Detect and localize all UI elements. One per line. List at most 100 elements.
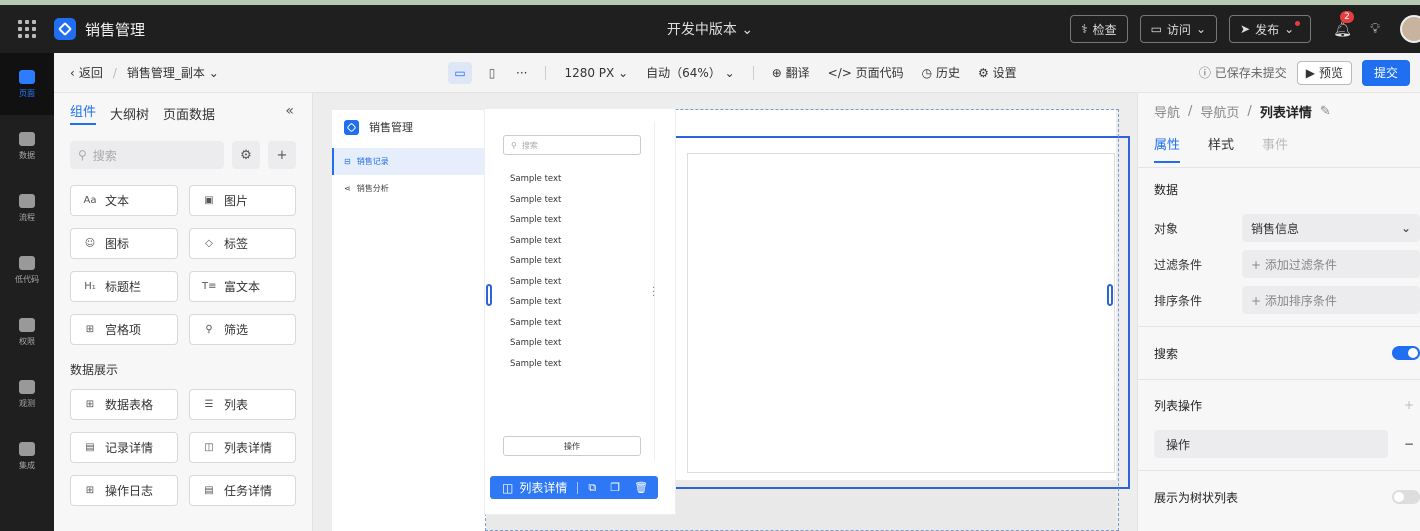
avatar[interactable] bbox=[1400, 15, 1420, 43]
list-op-field[interactable]: 操作 bbox=[1154, 430, 1388, 458]
list-item[interactable]: Sample text bbox=[510, 231, 561, 252]
component-list[interactable]: ☰ 列表 bbox=[189, 389, 296, 420]
breadcrumb-item[interactable]: 导航 bbox=[1154, 102, 1180, 121]
version-selector[interactable]: 开发中版本 ⌄ bbox=[667, 22, 753, 38]
component-grid-item[interactable]: ⊞ 宫格项 bbox=[70, 314, 178, 345]
mobile-view-button[interactable]: ▯ bbox=[480, 62, 504, 84]
resize-handle-right[interactable] bbox=[1107, 284, 1113, 306]
lightbulb-icon[interactable]: 💡︎ bbox=[1370, 21, 1380, 37]
zoom-selector[interactable]: 自动（64%） ⌄ bbox=[646, 64, 735, 81]
translate-button[interactable]: ⊕ 翻译 bbox=[772, 64, 810, 81]
add-component-button[interactable]: + bbox=[268, 141, 296, 169]
tab-page-data[interactable]: 页面数据 bbox=[163, 104, 215, 123]
breadcrumb-item[interactable]: 导航页 bbox=[1200, 102, 1239, 121]
page-name-selector[interactable]: 销售管理_副本 ⌄ bbox=[127, 64, 219, 81]
nav-integration[interactable]: 集成 bbox=[0, 425, 54, 487]
tab-outline[interactable]: 大纲树 bbox=[110, 104, 149, 123]
nav-lowcode[interactable]: 低代码 bbox=[0, 239, 54, 301]
settings-button[interactable]: ⚙ 设置 bbox=[978, 64, 1017, 81]
list-action-button[interactable]: 操作 bbox=[503, 436, 641, 456]
component-settings-button[interactable]: ⚙ bbox=[232, 141, 260, 169]
selection-label[interactable]: 列表详情 bbox=[519, 479, 567, 496]
page-code-button[interactable]: </> 页面代码 bbox=[828, 64, 904, 81]
collapse-panel-icon[interactable]: « bbox=[285, 103, 294, 119]
nav-flow[interactable]: 流程 bbox=[0, 177, 54, 239]
check-button[interactable]: ⚕ 检查 bbox=[1070, 15, 1128, 43]
publish-button[interactable]: ➤ 发布 ⌄ bbox=[1229, 15, 1312, 43]
component-tag[interactable]: ◇ 标签 bbox=[189, 228, 296, 259]
nav-observe[interactable]: 观测 bbox=[0, 363, 54, 425]
component-rich-text[interactable]: T≡ 富文本 bbox=[189, 271, 296, 302]
nav-page[interactable]: 页面 bbox=[0, 53, 54, 115]
component-label: 图标 bbox=[105, 237, 130, 251]
component-icon[interactable]: ☺ 图标 bbox=[70, 228, 178, 259]
tab-components[interactable]: 组件 bbox=[70, 101, 97, 125]
submit-button[interactable]: 提交 bbox=[1361, 59, 1410, 86]
app-grid-icon[interactable] bbox=[0, 5, 54, 53]
tab-style[interactable]: 样式 bbox=[1208, 134, 1234, 153]
globe-icon: ⊕ bbox=[771, 66, 782, 80]
data-section: 数据 对象 销售信息 ⌄ 过滤条件 + 添加过滤条件 排序条件 + 添加排序条件 bbox=[1138, 168, 1420, 327]
component-list-detail[interactable]: ◫ 列表详情 bbox=[189, 432, 296, 463]
add-filter-button[interactable]: + 添加过滤条件 bbox=[1242, 250, 1420, 278]
list-item[interactable]: Sample text bbox=[510, 210, 561, 231]
list-items: Sample text Sample text Sample text Samp… bbox=[510, 169, 561, 374]
list-item[interactable]: Sample text bbox=[510, 190, 561, 211]
back-button[interactable]: ‹ 返回 bbox=[70, 64, 103, 81]
monitor-icon: ▭ bbox=[1150, 22, 1162, 36]
history-button[interactable]: ◷ 历史 bbox=[922, 64, 960, 81]
design-canvas[interactable]: 销售管理 ⊟ 销售记录 ⋖ 销售分析 bbox=[313, 93, 1137, 531]
component-image[interactable]: ▣ 图片 bbox=[189, 185, 296, 216]
component-data-table[interactable]: ⊞ 数据表格 bbox=[70, 389, 178, 420]
desktop-view-button[interactable]: ▭ bbox=[448, 61, 472, 84]
sort-label: 排序条件 bbox=[1154, 293, 1203, 308]
nav-data[interactable]: 数据 bbox=[0, 115, 54, 177]
component-operation-log[interactable]: ⊞ 操作日志 bbox=[70, 475, 178, 506]
list-item[interactable]: Sample text bbox=[510, 354, 561, 375]
component-search-input[interactable]: ⚲ 搜索 bbox=[70, 141, 224, 169]
code-icon: </> bbox=[827, 66, 852, 80]
duplicate-icon[interactable]: ❐ bbox=[610, 481, 620, 494]
tree-toggle[interactable] bbox=[1392, 490, 1420, 504]
component-record-detail[interactable]: ▤ 记录详情 bbox=[70, 432, 178, 463]
search-placeholder: 搜索 bbox=[92, 148, 117, 163]
list-item[interactable]: Sample text bbox=[510, 313, 561, 334]
list-item[interactable]: Sample text bbox=[510, 169, 561, 190]
copy-icon[interactable]: ⧉ bbox=[588, 481, 596, 495]
chevron-left-icon: ‹ bbox=[70, 65, 75, 80]
text-icon: Aa bbox=[83, 195, 97, 206]
list-item[interactable]: Sample text bbox=[510, 251, 561, 272]
add-sort-button[interactable]: + 添加排序条件 bbox=[1242, 286, 1420, 314]
visit-button[interactable]: ▭ 访问 ⌄ bbox=[1139, 15, 1217, 43]
edit-icon[interactable]: ✎ bbox=[1320, 104, 1331, 119]
stethoscope-icon: ⚕ bbox=[1081, 22, 1088, 36]
resize-handle-left-overlay[interactable] bbox=[486, 284, 492, 306]
info-icon: ⓘ bbox=[1198, 66, 1211, 80]
preview-nav-item-sales-analysis[interactable]: ⋖ 销售分析 bbox=[332, 175, 485, 202]
component-task-detail[interactable]: ▤ 任务详情 bbox=[189, 475, 296, 506]
component-title-bar[interactable]: H₁ 标题栏 bbox=[70, 271, 178, 302]
preview-button[interactable]: ▶ 预览 bbox=[1296, 60, 1352, 85]
save-status: ⓘ 已保存未提交 bbox=[1199, 64, 1287, 81]
tab-events[interactable]: 事件 bbox=[1262, 134, 1288, 153]
object-select[interactable]: 销售信息 ⌄ bbox=[1242, 214, 1420, 242]
list-search-input[interactable]: ⚲ 搜索 bbox=[503, 135, 641, 155]
list-item[interactable]: Sample text bbox=[510, 333, 561, 354]
component-filter[interactable]: ⚲ 筛选 bbox=[189, 314, 296, 345]
preview-nav-item-sales-record[interactable]: ⊟ 销售记录 bbox=[332, 148, 485, 175]
drag-handle-icon[interactable]: · · · bbox=[652, 284, 655, 302]
trash-icon[interactable]: 🗑︎ bbox=[634, 481, 648, 494]
notification-button[interactable]: 🔔︎ 2 bbox=[1333, 11, 1354, 38]
component-text[interactable]: Aa 文本 bbox=[70, 185, 178, 216]
minus-icon[interactable]: − bbox=[1404, 437, 1414, 451]
chevron-down-icon: ⌄ bbox=[618, 65, 629, 80]
plus-icon[interactable]: + bbox=[1404, 398, 1414, 412]
more-icon[interactable]: ··· bbox=[516, 66, 527, 80]
search-section: 搜索 bbox=[1138, 327, 1420, 380]
nav-permission[interactable]: 权限 bbox=[0, 301, 54, 363]
search-toggle[interactable] bbox=[1392, 346, 1420, 360]
list-item[interactable]: Sample text bbox=[510, 272, 561, 293]
list-item[interactable]: Sample text bbox=[510, 292, 561, 313]
width-selector[interactable]: 1280 PX ⌄ bbox=[564, 66, 628, 80]
tab-properties[interactable]: 属性 bbox=[1154, 134, 1181, 163]
